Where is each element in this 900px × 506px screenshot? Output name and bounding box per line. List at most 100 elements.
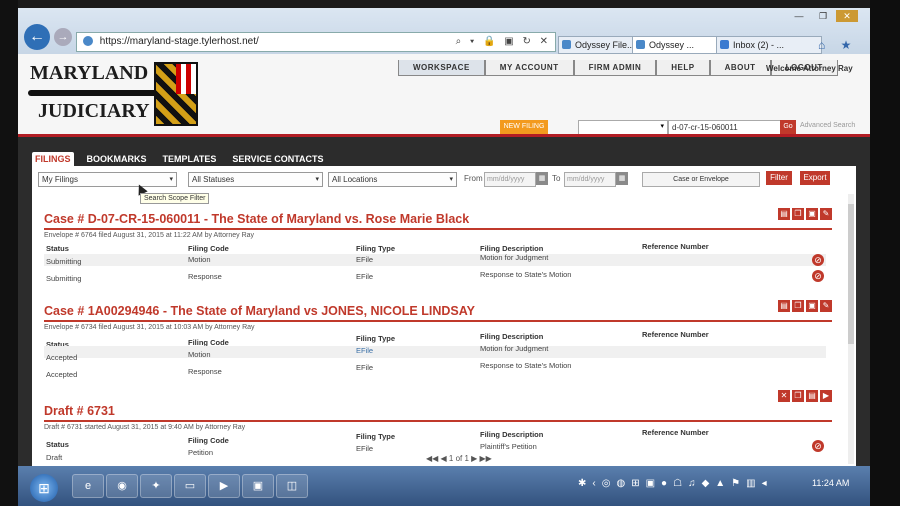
scrollbar[interactable] [848,194,854,464]
chevron-down-icon: ▾ [315,176,319,183]
col-filing-description: Filing Description [480,244,544,253]
monitor-bezel-left [0,0,18,506]
tray-icon[interactable]: ● [661,478,667,489]
copy-icon[interactable]: ❐ [792,208,804,220]
nav-workspace[interactable]: WORKSPACE [398,60,485,76]
export-button[interactable]: Export [800,171,830,185]
play-icon[interactable]: ▶ [820,390,832,402]
case-search-input[interactable]: d-07-cr-15-060011 [668,120,781,135]
flag-icon[interactable]: ⚑ [731,478,740,489]
close-window-button[interactable]: ✕ [836,10,858,22]
tray-icon[interactable]: ◎ [602,478,611,489]
media-taskbar-icon[interactable]: ▶ [208,474,240,498]
url-text: https://maryland-stage.tylerhost.net/ [99,36,259,47]
cell-type: EFile [356,272,374,281]
scrollbar-thumb[interactable] [848,204,854,344]
bookmark-icon[interactable]: ▤ [778,300,790,312]
cell-code: Response [188,272,222,281]
app2-taskbar-icon[interactable]: ◫ [276,474,308,498]
forward-button[interactable]: → [54,28,72,46]
tray-icon[interactable]: ◆ [702,478,710,489]
tab-templates[interactable]: TEMPLATES [160,152,220,166]
folder-taskbar-icon[interactable]: ▭ [174,474,206,498]
filter-button[interactable]: Filter [766,171,792,185]
tray-icon[interactable]: ‹ [592,478,595,489]
pagination[interactable]: ◀◀ ◀ 1 of 1 ▶ ▶▶ [426,454,492,463]
ie-taskbar-icon[interactable]: e [72,474,104,498]
nav-about[interactable]: ABOUT [709,60,771,76]
cell-type[interactable]: EFile [356,346,373,355]
tray-icon[interactable]: ◍ [616,478,625,489]
advanced-search-link[interactable]: Advanced Search [800,122,855,129]
tray-icon[interactable]: ▣ [646,478,655,489]
cancel-filing-icon[interactable]: ⊘ [812,440,824,452]
tab-favicon-icon [720,40,729,49]
copy-icon[interactable]: ❐ [792,300,804,312]
nav-firm-admin[interactable]: FIRM ADMIN [573,60,657,76]
filing-card: Case # 1A00294946 - The State of Marylan… [44,300,832,379]
folder-icon[interactable]: ▣ [806,208,818,220]
back-button[interactable]: ← [24,24,50,50]
tab-bookmarks[interactable]: BOOKMARKS [84,152,150,166]
browser-tab-3[interactable]: Inbox (2) - ... [716,36,822,54]
case-title[interactable]: Case # D-07-CR-15-060011 - The State of … [44,212,832,230]
monitor-bezel-right [870,0,900,506]
tab-filings[interactable]: FILINGS [32,152,74,166]
calendar-icon[interactable]: ▦ [536,172,548,185]
address-tools[interactable]: ⌕ ▾ 🔒 ▣ ↻ ✕ [456,33,551,51]
case-title[interactable]: Case # 1A00294946 - The State of Marylan… [44,304,832,322]
app-taskbar-icon[interactable]: ✦ [140,474,172,498]
edit-icon[interactable]: ✎ [820,208,832,220]
copy-icon[interactable]: ❐ [792,390,804,402]
folder-icon[interactable]: ▣ [806,300,818,312]
tray-icon[interactable]: ▲ [715,478,725,489]
cell-type: EFile [356,255,374,264]
start-button[interactable]: ⊞ [30,474,58,502]
col-filing-type: Filing Type [356,334,396,343]
firefox-taskbar-icon[interactable]: ◉ [106,474,138,498]
maximize-button[interactable]: ❐ [812,10,834,22]
col-status: Status [46,244,69,253]
draft-info: Draft # 6731 started August 31, 2015 at … [44,424,246,431]
filing-card: Case # D-07-CR-15-060011 - The State of … [44,208,832,283]
network-icon[interactable]: ▥ [746,478,755,489]
scope-select[interactable]: My Filings ▾ [38,172,177,187]
cell-code: Response [188,367,222,376]
draft-title[interactable]: Draft # 6731 [44,404,832,422]
tab-service-contacts[interactable]: SERVICE CONTACTS [229,152,326,166]
from-date-input[interactable]: mm/dd/yyyy [484,172,536,187]
go-button[interactable]: Go [780,120,796,134]
cancel-filing-icon[interactable]: ⊘ [812,270,824,282]
location-select[interactable]: All Locations ▾ [328,172,457,187]
cell-code: Motion [188,350,211,359]
to-date-input[interactable]: mm/dd/yyyy [564,172,616,187]
case-or-envelope-input[interactable]: Case or Envelope [642,172,760,187]
new-filing-button[interactable]: NEW FILING [500,120,548,134]
search-type-select[interactable]: ▾ [578,120,668,135]
col-filing-description: Filing Description [480,332,544,341]
bookmark-icon[interactable]: ▤ [778,208,790,220]
cancel-filing-icon[interactable]: ⊘ [812,254,824,266]
cell-desc: Response to State's Motion [480,270,572,279]
network-taskbar-icon[interactable]: ▣ [242,474,274,498]
delete-icon[interactable]: ✕ [778,390,790,402]
address-bar[interactable]: https://maryland-stage.tylerhost.net/ ⌕ … [76,32,556,52]
col-filing-type: Filing Type [356,432,396,441]
calendar-icon[interactable]: ▦ [616,172,628,185]
clock[interactable]: 11:24 AM [812,478,849,488]
table-row [44,254,826,266]
document-icon[interactable]: ▤ [806,390,818,402]
tray-icon[interactable]: ⊞ [631,478,639,489]
status-select[interactable]: All Statuses ▾ [188,172,323,187]
system-tray[interactable]: ✱ ‹ ◎ ◍ ⊞ ▣ ● ☖ ♫ ◆ ▲ ⚑ ▥ ◂ [578,478,767,489]
edit-icon[interactable]: ✎ [820,300,832,312]
nav-my-account[interactable]: MY ACCOUNT [484,60,574,76]
tray-icon[interactable]: ☖ [673,478,682,489]
minimize-button[interactable]: — [788,10,810,22]
tray-icon[interactable]: ✱ [578,478,586,489]
browser-chrome: ← → https://maryland-stage.tylerhost.net… [18,8,870,66]
tray-icon[interactable]: ♫ [688,478,696,489]
nav-help[interactable]: HELP [656,60,710,76]
volume-icon[interactable]: ◂ [762,478,767,489]
welcome-text: Welcome Attorney Ray [766,64,853,73]
